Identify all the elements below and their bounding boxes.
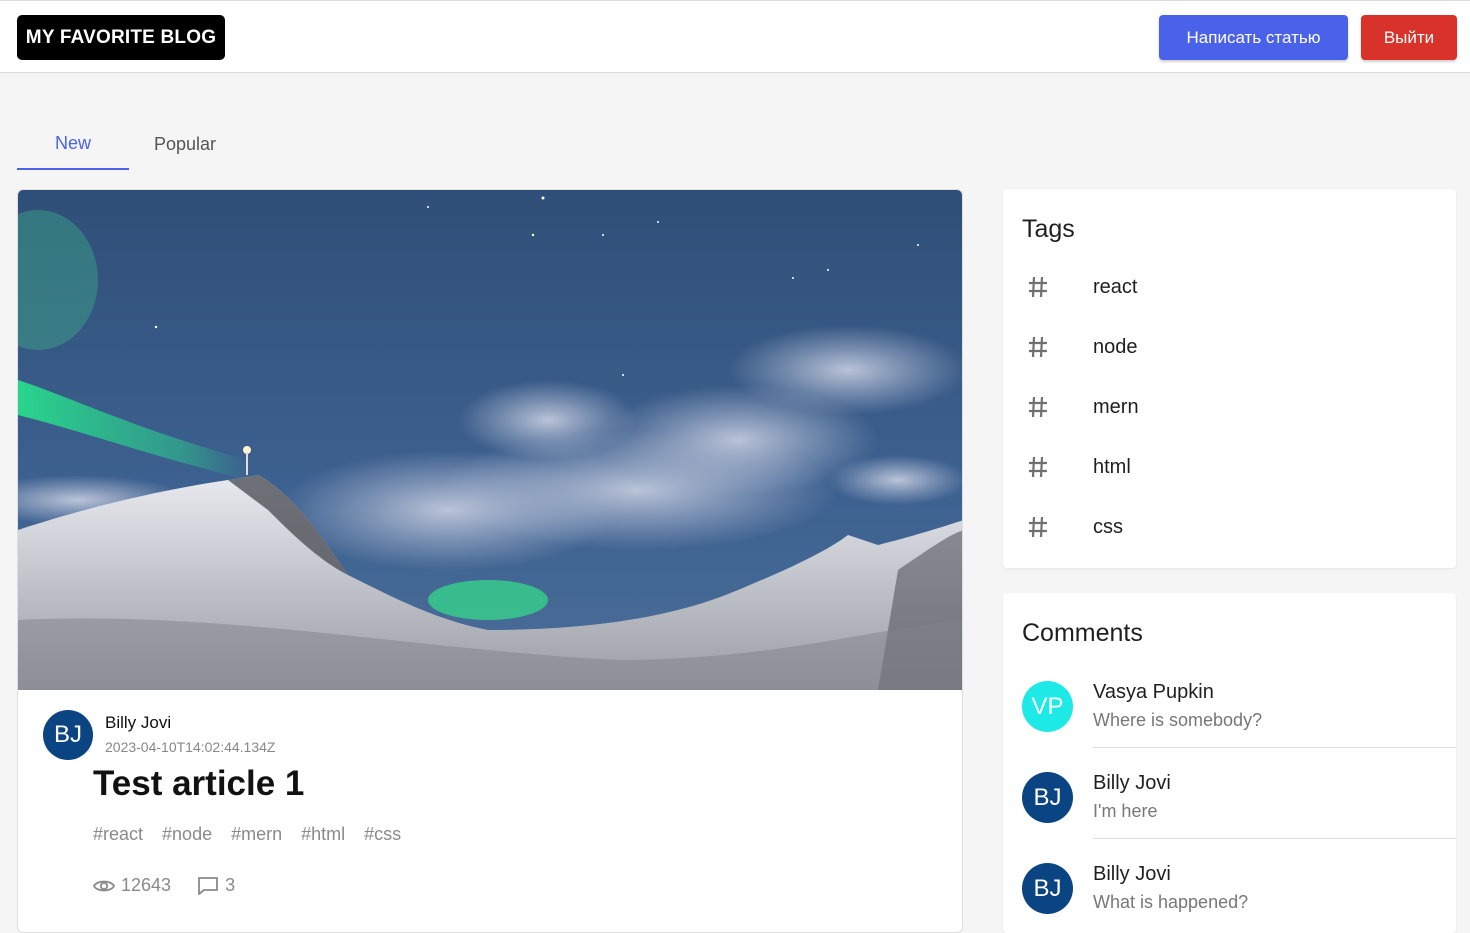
comment-text: Where is somebody? [1093, 710, 1263, 730]
article-tag[interactable]: #mern [231, 824, 282, 845]
author-name[interactable]: Billy Jovi [105, 713, 171, 733]
tags-panel-title: Tags [1022, 215, 1075, 243]
tag-label: node [1093, 336, 1138, 358]
write-article-button[interactable]: Написать статью [1159, 15, 1348, 60]
comments-panel-title: Comments [1022, 619, 1143, 647]
article-tag[interactable]: #react [93, 824, 143, 845]
article-tag[interactable]: #node [162, 824, 212, 845]
tag-item-css[interactable]: css [1003, 498, 1456, 558]
top-header: MY FAVORITE BLOG Написать статью Выйти [0, 0, 1470, 73]
comment-author[interactable]: Vasya Pupkin [1093, 681, 1214, 704]
article-tag[interactable]: #css [364, 824, 401, 845]
logout-button[interactable]: Выйти [1361, 15, 1457, 60]
comment-avatar[interactable]: BJ [1022, 772, 1073, 823]
tag-item-react[interactable]: react [1003, 258, 1456, 318]
tag-label: css [1093, 516, 1123, 538]
comments-panel: Comments VP Vasya Pupkin Where is somebo… [1003, 593, 1456, 933]
tag-label: mern [1093, 396, 1139, 418]
tag-label: html [1093, 456, 1131, 478]
comment-item: BJ Billy Jovi I'm here [1003, 772, 1456, 863]
views-count: 12643 [93, 875, 171, 896]
comment-divider [1093, 838, 1456, 839]
blog-logo[interactable]: MY FAVORITE BLOG [17, 15, 225, 60]
tab-new[interactable]: New [17, 118, 129, 170]
comment-avatar[interactable]: BJ [1022, 863, 1073, 914]
article-tag[interactable]: #html [301, 824, 345, 845]
hashtag-icon [1029, 276, 1047, 298]
aurora-mountain-image [18, 190, 962, 690]
tags-panel: Tags react node mern html css [1003, 189, 1456, 568]
comment-divider [1093, 747, 1456, 748]
views-value: 12643 [121, 875, 172, 895]
comment-text: What is happened? [1093, 892, 1249, 912]
article-date: 2023-04-10T14:02:44.134Z [105, 739, 276, 755]
tag-item-mern[interactable]: mern [1003, 378, 1456, 438]
tag-label: react [1093, 276, 1138, 298]
comment-item: VP Vasya Pupkin Where is somebody? [1003, 681, 1456, 772]
article-title[interactable]: Test article 1 [93, 764, 304, 804]
comment-icon [198, 876, 218, 895]
tab-popular[interactable]: Popular [129, 118, 241, 170]
tag-item-node[interactable]: node [1003, 318, 1456, 378]
article-stats: 12643 3 [93, 875, 235, 896]
author-avatar[interactable]: BJ [43, 710, 93, 760]
hashtag-icon [1029, 456, 1047, 478]
comment-author[interactable]: Billy Jovi [1093, 772, 1171, 795]
article-tags: #react #node #mern #html #css [93, 824, 401, 845]
comment-author[interactable]: Billy Jovi [1093, 863, 1171, 886]
hashtag-icon [1029, 396, 1047, 418]
eye-icon [93, 880, 115, 891]
tag-item-html[interactable]: html [1003, 438, 1456, 498]
comment-text: I'm here [1093, 801, 1158, 821]
comments-count: 3 [197, 875, 235, 896]
comment-avatar[interactable]: VP [1022, 681, 1073, 732]
comment-item: BJ Billy Jovi What is happened? [1003, 863, 1456, 933]
article-image[interactable] [18, 190, 962, 690]
hashtag-icon [1029, 516, 1047, 538]
comments-value: 3 [225, 875, 236, 895]
article-card[interactable]: BJ Billy Jovi 2023-04-10T14:02:44.134Z T… [17, 189, 963, 933]
hashtag-icon [1029, 336, 1047, 358]
